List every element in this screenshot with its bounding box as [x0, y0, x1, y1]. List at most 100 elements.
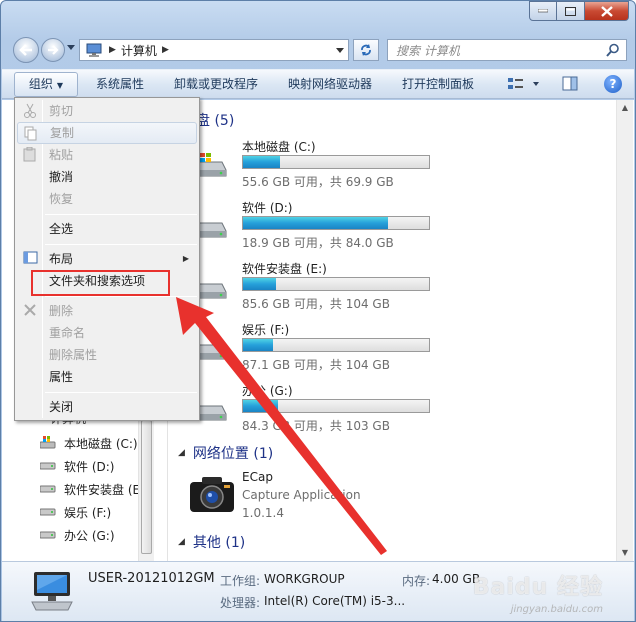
drive-icon [40, 462, 56, 470]
menu-item-select-all[interactable]: 全选 [17, 218, 197, 240]
breadcrumb-computer[interactable]: 计算机 [121, 42, 157, 59]
group-header-network[interactable]: ◢ 网络位置 (1) [178, 443, 273, 463]
group-header-hard-disks[interactable]: 盘 (5) [196, 110, 234, 130]
drive-tile-g[interactable]: 办公 (G:) 84.3 GB 可用，共 103 GB [188, 382, 430, 440]
menu-item-delete[interactable]: 删除 [17, 300, 197, 322]
search-box[interactable]: 搜索 计算机 [387, 39, 627, 61]
open-control-panel-button[interactable]: 打开控制面板 [402, 70, 474, 99]
usage-bar [242, 155, 430, 169]
baidu-watermark: Baidu 经验 jingyan.baidu.com [472, 569, 603, 615]
back-button[interactable] [13, 37, 39, 63]
group-title: 其他 (1) [192, 535, 246, 551]
search-icon[interactable] [606, 43, 620, 57]
usage-bar [242, 277, 430, 291]
collapse-triangle-icon[interactable]: ◢ [178, 537, 185, 547]
preview-pane-icon[interactable] [562, 76, 578, 92]
minimize-button[interactable] [529, 1, 557, 21]
drive-name: 娱乐 (F:) [242, 323, 290, 337]
scroll-up-icon[interactable]: ▲ [617, 100, 633, 116]
nav-item-drive-c[interactable]: 本地磁盘 (C:) [40, 433, 138, 453]
nav-item-drive-e[interactable]: 软件安装盘 (E:) [40, 479, 149, 499]
map-network-drive-button[interactable]: 映射网络驱动器 [288, 70, 372, 99]
nav-item-drive-g[interactable]: 办公 (G:) [40, 525, 115, 545]
network-item-type: Capture Application [242, 488, 361, 502]
system-properties-button[interactable]: 系统属性 [96, 70, 144, 99]
main-scrollbar[interactable]: ▲ ▼ [616, 100, 633, 561]
organize-button[interactable]: 组织 ▼ [14, 72, 78, 97]
maximize-icon [565, 6, 576, 16]
drive-icon [40, 485, 56, 493]
drive-icon [40, 508, 56, 516]
collapse-triangle-icon[interactable]: ◢ [178, 448, 185, 458]
menu-item-close[interactable]: 关闭 [17, 396, 197, 418]
menu-item-redo[interactable]: 恢复 [17, 188, 197, 210]
nav-item-drive-d[interactable]: 软件 (D:) [40, 456, 114, 476]
back-arrow-icon [19, 44, 32, 56]
processor-value: Intel(R) Core(TM) i5-3... [264, 594, 406, 608]
maximize-button[interactable] [557, 1, 585, 21]
menu-separator [45, 214, 197, 215]
breadcrumb-separator-icon[interactable]: ▶ [162, 45, 169, 55]
caption-buttons [529, 1, 629, 21]
menu-item-layout[interactable]: 布局 ▶ [17, 248, 197, 270]
drive-tile-f[interactable]: 娱乐 (F:) 87.1 GB 可用，共 104 GB [188, 321, 430, 379]
usage-bar [242, 399, 430, 413]
menu-item-cut[interactable]: 剪切 [17, 100, 197, 122]
submenu-arrow-icon: ▶ [182, 254, 189, 263]
menu-item-label: 撤消 [49, 170, 74, 184]
help-button[interactable]: ? [604, 75, 622, 93]
refresh-button[interactable] [353, 39, 379, 61]
network-item-version: 1.0.1.4 [242, 506, 284, 520]
drive-tile-c[interactable]: 本地磁盘 (C:) 55.6 GB 可用，共 69.9 GB [188, 138, 430, 196]
usage-fill [243, 339, 273, 351]
menu-item-rename[interactable]: 重命名 [17, 322, 197, 344]
recent-pages-dropdown-icon[interactable] [67, 45, 75, 51]
usage-bar [242, 216, 430, 230]
copy-icon [24, 126, 37, 141]
change-view-button[interactable] [507, 76, 547, 92]
camera-icon [190, 477, 234, 512]
close-icon [600, 5, 613, 17]
menu-item-label: 布局 [49, 252, 74, 266]
scroll-down-icon[interactable]: ▼ [617, 545, 633, 561]
workgroup-label: 工作组: [220, 574, 261, 588]
menu-item-copy[interactable]: 复制 [17, 122, 197, 144]
menu-item-label: 重命名 [49, 326, 86, 340]
menu-item-undo[interactable]: 撤消 [17, 166, 197, 188]
watermark-brand: Baidu 经验 [472, 575, 603, 600]
minimize-icon [538, 9, 548, 13]
forward-button[interactable] [41, 38, 65, 62]
nav-item-drive-f[interactable]: 娱乐 (F:) [40, 502, 111, 522]
group-header-other[interactable]: ◢ 其他 (1) [178, 532, 245, 552]
workgroup-value: WORKGROUP [264, 572, 345, 586]
menu-item-remove-properties[interactable]: 删除属性 [17, 344, 197, 366]
breadcrumb-separator-icon[interactable]: ▶ [109, 45, 116, 55]
address-dropdown-button[interactable] [332, 40, 348, 60]
organize-menu: 剪切 复制 粘贴 撤消 恢复 全选 布局 ▶ 文件夹和搜索选项 删除 重命名 删… [14, 97, 200, 421]
drive-free-space: 55.6 GB 可用，共 69.9 GB [242, 175, 394, 189]
refresh-icon [361, 44, 371, 56]
menu-item-properties[interactable]: 属性 [17, 366, 197, 388]
close-window-button[interactable] [585, 1, 629, 21]
explorer-window: ▶ 计算机 ▶ 搜索 计算机 组织 ▼ 系统属性 卸载或更改程序 映射网络驱动器 … [0, 0, 636, 622]
group-title: 网络位置 (1) [192, 446, 274, 462]
menu-item-paste[interactable]: 粘贴 [17, 144, 197, 166]
command-bar: 组织 ▼ 系统属性 卸载或更改程序 映射网络驱动器 打开控制面板 ? [2, 69, 634, 99]
search-placeholder: 搜索 计算机 [396, 43, 460, 58]
menu-item-label: 全选 [49, 222, 74, 236]
usage-fill [243, 400, 279, 412]
drive-free-space: 85.6 GB 可用，共 104 GB [242, 297, 390, 311]
drive-tile-d[interactable]: 软件 (D:) 18.9 GB 可用，共 84.0 GB [188, 199, 430, 257]
annotation-highlight-box [31, 270, 170, 296]
drive-name: 软件安装盘 (E:) [242, 262, 327, 276]
forward-arrow-icon [48, 45, 59, 55]
nav-item-label: 软件安装盘 (E:) [64, 482, 149, 497]
processor-label: 处理器: [220, 596, 261, 610]
computer-icon [86, 43, 102, 57]
drive-name: 办公 (G:) [242, 384, 293, 398]
address-bar[interactable]: ▶ 计算机 ▶ [79, 39, 349, 61]
drive-tile-e[interactable]: 软件安装盘 (E:) 85.6 GB 可用，共 104 GB [188, 260, 430, 318]
scrollbar-thumb[interactable] [141, 420, 152, 554]
menu-separator [45, 244, 197, 245]
uninstall-program-button[interactable]: 卸载或更改程序 [174, 70, 258, 99]
